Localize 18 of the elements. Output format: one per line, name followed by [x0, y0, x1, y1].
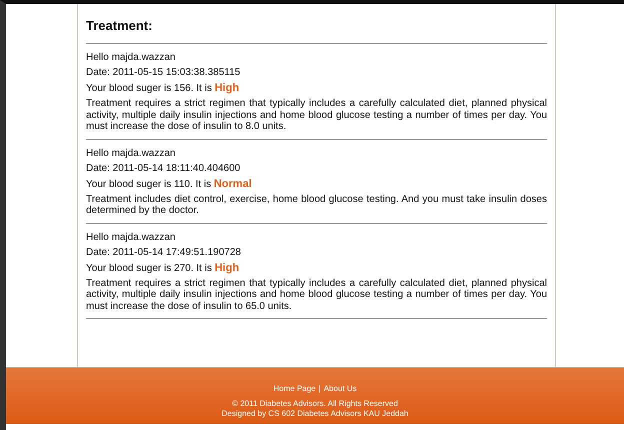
- section-heading: Treatment:: [86, 18, 154, 33]
- date-text: Date: 2011-05-14 18:11:40.404600: [86, 162, 242, 174]
- greeting-text: Hello majda.wazzan: [86, 148, 176, 158]
- treatment-text: Treatment requires a strict regimen that typically includes a carefully calculated diet, planned physical activity, multiple daily insulin injections and home blood glucose testing a number of times per day. You must increase the dose of insulin to 8.0 units.: [86, 98, 547, 132]
- blood-sugar-text: Your blood suger is 156. It is High: [86, 82, 240, 94]
- treatment-text: Treatment includes diet control, exercise, home blood glucose testing. And you must take insulin doses determined by the doctor.: [86, 194, 547, 216]
- footer-link[interactable]: About Us: [324, 384, 357, 393]
- greeting-text: Hello majda.wazzan: [86, 232, 176, 242]
- footer-link[interactable]: Home Page: [273, 384, 316, 393]
- copyright-text: © 2011 Diabetes Advisors. All Rights Reserved: [231, 399, 399, 409]
- blood-sugar-text: Your blood suger is 270. It is High: [86, 262, 240, 274]
- date-text: Date: 2011-05-14 17:49:51.190728: [86, 246, 242, 258]
- link-separator: |: [318, 384, 321, 393]
- date-text: Date: 2011-05-15 15:03:38.385115: [86, 67, 242, 78]
- greeting-text: Hello majda.wazzan: [86, 52, 176, 63]
- credit-text: Designed by CS 602 Diabetes Advisors KAU Jeddah: [220, 408, 410, 418]
- treatment-text: Treatment requires a strict regimen that typically includes a carefully calculated diet, planned physical activity, multiple daily insulin injections and home blood glucose testing a number of times per day. You must increase the dose of insulin to 65.0 units.: [86, 278, 547, 312]
- blood-sugar-text: Your blood suger is 110. It is Normal: [86, 178, 253, 190]
